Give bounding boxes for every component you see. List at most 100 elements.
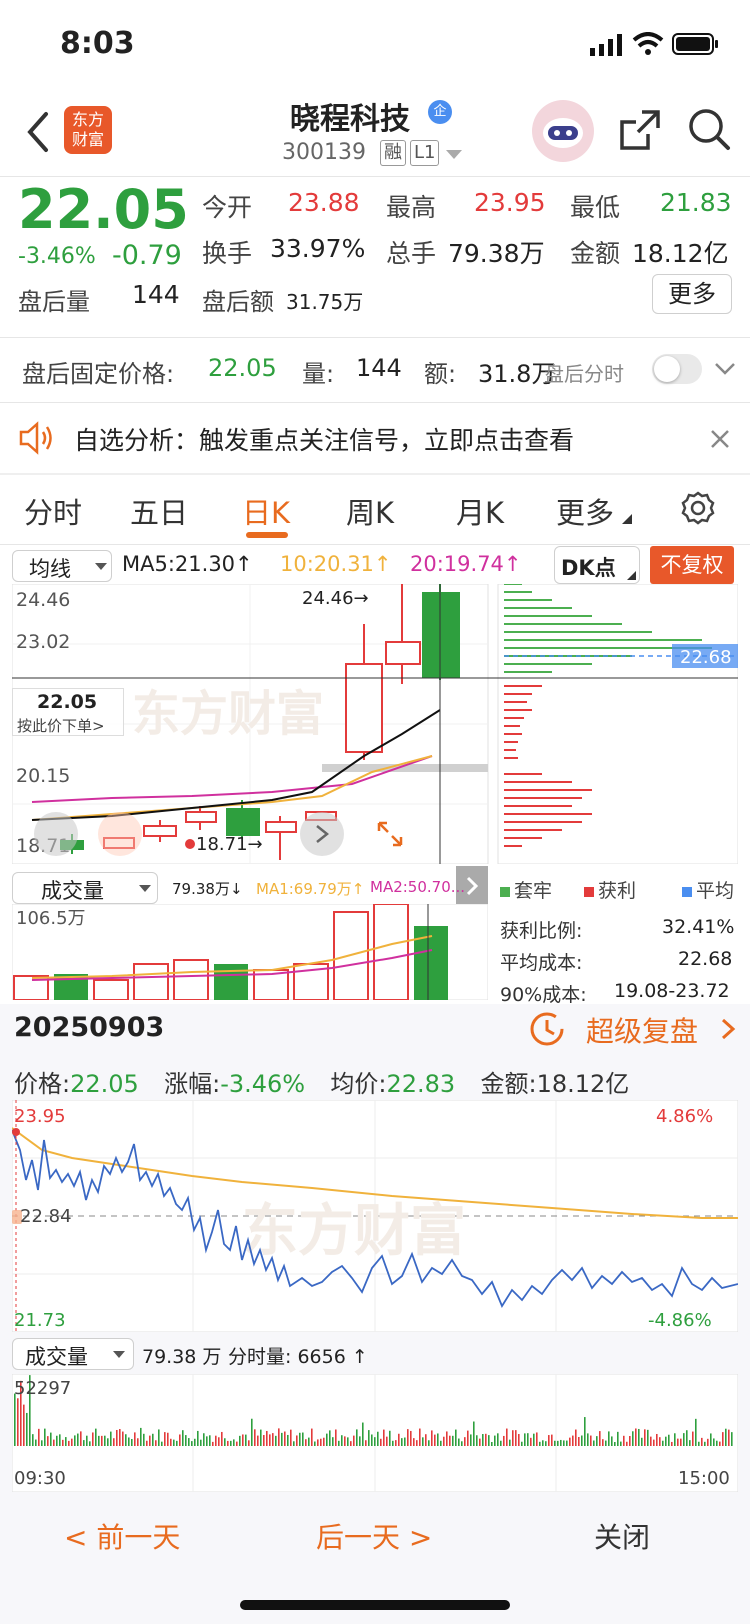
intraday-volume-bar [236,1441,238,1446]
replay-stats: 价格:22.05 涨幅:-3.46% 均价:22.83 金额:18.12亿 [14,1064,629,1099]
intraday-volume-bar [416,1440,418,1446]
chevron-right-icon: > [400,1521,433,1554]
intraday-volume-bar [92,1432,94,1446]
app-logo[interactable]: 东方 财富 [64,106,112,154]
expand-icon[interactable] [376,820,404,848]
intraday-volume-bar [437,1433,439,1446]
volume-label: 总手 [386,239,437,268]
robot-assistant-icon[interactable] [532,100,594,162]
intraday-volume-bar [284,1431,286,1446]
intraday-volume-bar [89,1441,91,1446]
intraday-volume-bar [581,1435,583,1446]
intraday-volume-bar [665,1436,667,1446]
time-start: 09:30 [14,1468,66,1489]
intraday-volume-bar [140,1427,142,1446]
adjust-button[interactable]: 不复权 [650,546,734,584]
notice-bar[interactable]: 自选分析：触发重点关注信号，立即点击查看 [0,403,750,473]
intraday-chart[interactable]: 东方财富 23.95 22.84 21.73 4.86% -4.86% [12,1100,738,1332]
last-price: 22.05 [18,178,189,241]
ma-select-label: 均线 [29,557,71,581]
tab-monthly-k[interactable]: 月K [456,490,504,532]
home-indicator [240,1600,510,1610]
intraday-volume-bar [299,1432,301,1446]
high-marker: 24.46→ [302,588,369,609]
intraday-volume-bar [590,1435,592,1446]
cursor-price-box[interactable]: 22.05 按此价下单> [12,688,124,736]
intraday-volume-bar [86,1435,88,1446]
intraday-volume-bar [695,1418,697,1446]
intraday-volume-bar [359,1436,361,1446]
dk-point-button[interactable]: DK点 [554,546,640,584]
tab-daily-k[interactable]: 日K [242,490,290,532]
after-volume-label: 盘后量 [18,288,90,316]
intraday-volume-bar [47,1436,49,1446]
more-button[interactable]: 更多 [652,274,732,314]
intraday-volume-bar [476,1435,478,1446]
back-icon[interactable] [24,110,50,154]
close-icon[interactable] [710,429,730,449]
tab-five-day[interactable]: 五日 [130,490,188,532]
intraday-volume-bar [383,1429,385,1446]
scroll-prev-button[interactable] [98,812,142,856]
intraday-volume-bar [125,1434,127,1446]
intraday-volume-bar [434,1434,436,1446]
ma-select[interactable]: 均线 [12,550,112,582]
intraday-volume-bar [587,1433,589,1446]
intraday-volume-bar [32,1434,34,1446]
intraday-volume-bar [398,1433,400,1446]
scroll-left-button[interactable] [34,812,78,856]
intraday-volume-bar [653,1439,655,1446]
settings-icon[interactable] [680,490,716,526]
intraday-volume-bar [170,1438,172,1446]
intraday-volume-select-label: 成交量 [25,1345,88,1369]
intraday-volume-bar [290,1429,292,1446]
tab-weekly-k[interactable]: 周K [346,490,394,532]
history-icon [530,1012,564,1046]
legend-average: 平均 [682,876,734,903]
intraday-volume-bar [557,1440,559,1446]
dropdown-icon[interactable] [446,150,462,160]
intraday-volume-bar [401,1438,403,1446]
after-amount-value: 31.75万 [286,290,364,314]
legend-trapped: 套牢 [500,876,552,903]
prev-day-button[interactable]: < 前一天 [64,1516,180,1556]
intraday-volume-bar [662,1440,664,1446]
battery-icon [672,33,718,55]
super-replay-button[interactable]: 超级复盘 [528,1008,738,1050]
low-label: 最低 [570,193,621,222]
chevron-down-icon[interactable] [714,362,736,376]
intraday-volume-max: 52297 [14,1378,71,1399]
intraday-volume-bar [344,1436,346,1446]
intraday-volume-bar [608,1431,610,1446]
intraday-volume-bar [419,1428,421,1446]
intraday-volume-bar [710,1433,712,1446]
intraday-volume-bar [317,1439,319,1446]
intraday-volume-select[interactable]: 成交量 [12,1338,134,1370]
intraday-volume-bar [671,1441,673,1446]
tab-more[interactable]: 更多 [556,490,614,532]
intraday-volume-bar [389,1430,391,1446]
close-button[interactable]: 关闭 [594,1516,650,1556]
footer-bar: < 前一天 后一天 > 关闭 [0,1496,750,1624]
share-icon[interactable] [618,108,662,152]
intraday-volume-bar [617,1431,619,1446]
intraday-volume-bar [245,1434,247,1446]
intraday-volume-bar [539,1441,541,1446]
intraday-volume-bar [428,1440,430,1446]
volume-select[interactable]: 成交量 [12,872,158,904]
intraday-volume-bar [59,1434,61,1446]
tab-timeshare[interactable]: 分时 [24,490,82,532]
intraday-volume-bar [239,1435,241,1446]
intraday-volume-bar [497,1433,499,1446]
intraday-volume-bar [605,1440,607,1446]
next-day-button[interactable]: 后一天 > [316,1516,432,1556]
search-icon[interactable] [686,106,732,152]
chevron-right-icon [721,1018,736,1040]
chevron-right-icon [316,825,330,843]
profit-ratio-value: 32.41% [662,916,735,938]
intraday-volume-bar [494,1435,496,1446]
after-chart-toggle[interactable] [652,354,702,384]
intraday-volume-bar [167,1432,169,1446]
intraday-volume-bar [314,1441,316,1446]
intraday-volume-bar [530,1437,532,1446]
